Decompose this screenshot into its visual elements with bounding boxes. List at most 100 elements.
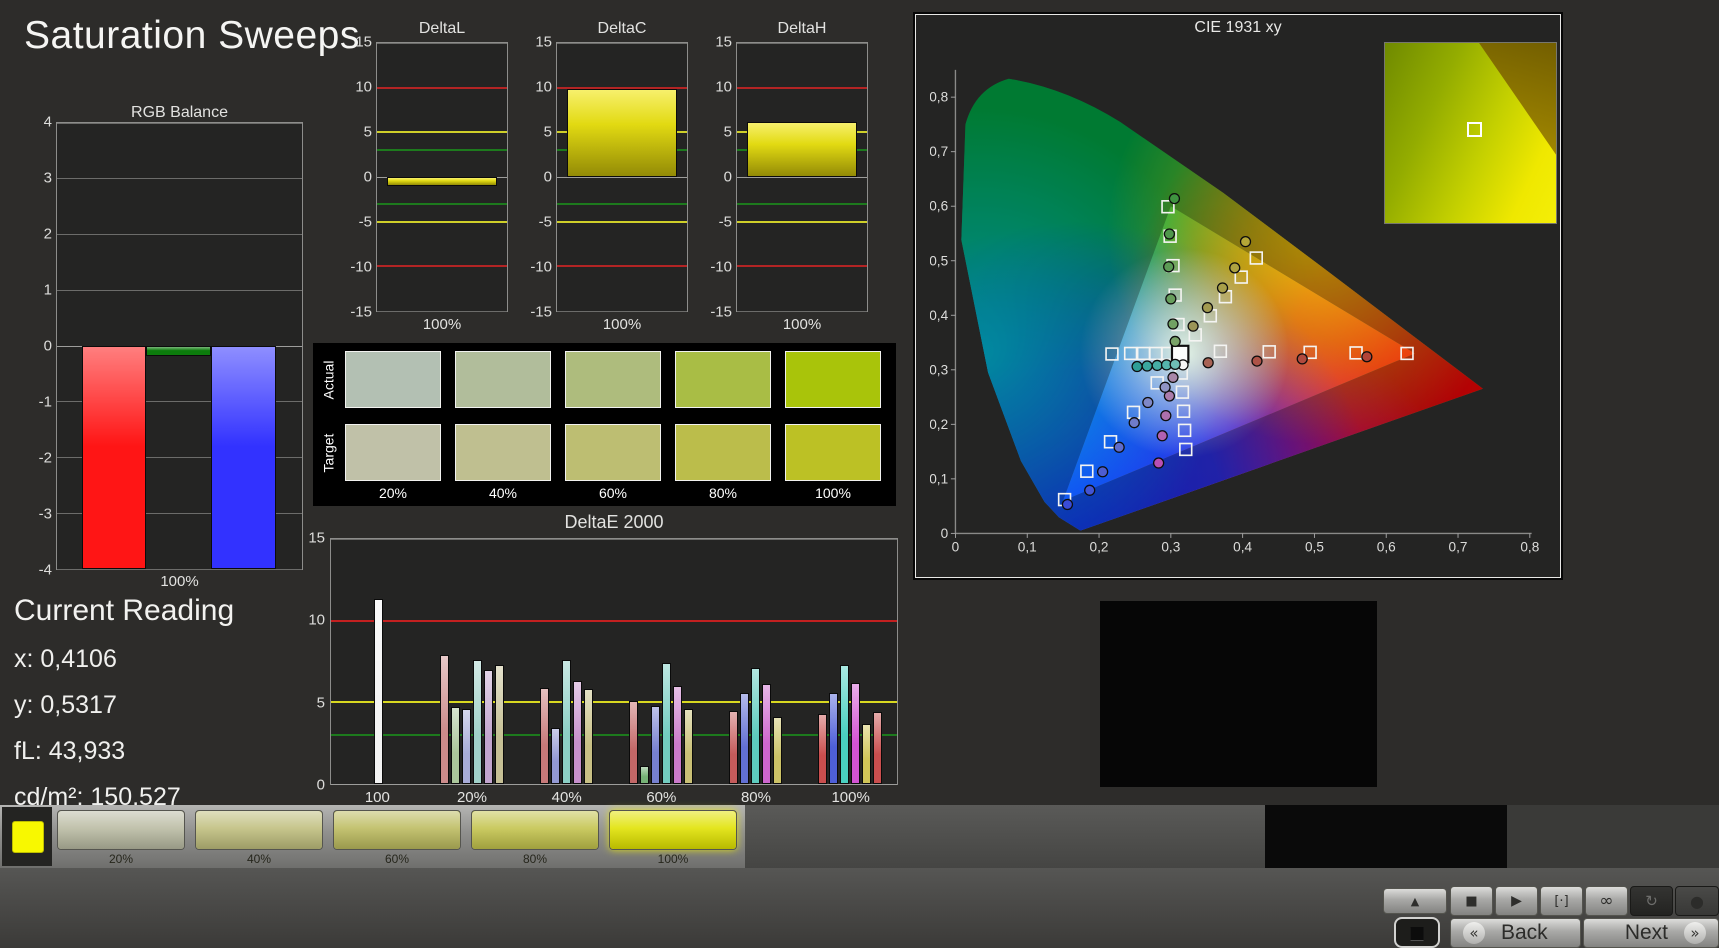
measured-point-marker: [1202, 357, 1214, 369]
reference-line: [377, 220, 507, 223]
deltah-title: DeltaH: [777, 20, 827, 37]
reading-y: y: 0,5317: [14, 691, 117, 719]
deltae-bar: [451, 707, 461, 784]
back-button[interactable]: « Back: [1450, 918, 1581, 948]
deltae-bar: [562, 659, 572, 784]
stop-large-button[interactable]: ■: [1394, 917, 1440, 948]
deltae2000-plot: [330, 538, 898, 785]
active-pattern-tile: [2, 807, 52, 866]
deltae-bar: [750, 668, 760, 784]
cie-axis-tick-label: 0,6: [930, 199, 948, 214]
loop-icon: [·]: [1554, 893, 1569, 909]
axis-tick-label: 15: [715, 33, 732, 51]
cie-axis-tick-label: 0,3: [1161, 540, 1180, 555]
measured-point-marker: [1167, 318, 1179, 330]
target-swatch: [345, 424, 441, 481]
measured-point-marker: [1163, 228, 1176, 240]
pattern-swatch-button[interactable]: [57, 810, 185, 850]
axis-tick-label: 5: [543, 123, 552, 141]
rgb-balance-chart: RGB Balance 4 3 2 1 0 -1 -2 -3 -4 100%: [20, 100, 303, 600]
measured-point-marker: [1251, 355, 1263, 367]
refresh-button[interactable]: ↻: [1630, 886, 1673, 916]
axis-tick-label: 15: [308, 529, 325, 547]
delta-bar: [387, 177, 497, 186]
measured-point-marker: [1296, 353, 1308, 365]
record-button[interactable]: ●: [1675, 886, 1719, 916]
cie-axis-tick-label: 0,7: [1449, 540, 1468, 555]
back-button-label: Back: [1501, 921, 1548, 944]
reading-x: x: 0,4106: [14, 645, 117, 673]
cie-title: CIE 1931 xy: [1194, 19, 1282, 36]
pattern-swatch-label: 80%: [522, 852, 548, 866]
reference-line: [737, 220, 867, 223]
axis-tick-label: 0: [543, 168, 552, 186]
swatch-gloss: [472, 811, 598, 849]
next-button[interactable]: Next »: [1583, 918, 1719, 948]
stop-icon: ■: [1465, 893, 1478, 909]
play-button[interactable]: ▶: [1495, 886, 1538, 916]
chevrons-right-icon: »: [1684, 922, 1706, 944]
bottom-toolbar: ▲ ■ ■ ▶ [·] ∞ ↻ ● « Back Next » 20% 40% …: [0, 805, 1719, 948]
deltae-bar: [839, 664, 849, 784]
rgb-balance-plot: [56, 122, 303, 570]
deltal-title: DeltaL: [418, 20, 466, 37]
pattern-swatch-label: 100%: [657, 852, 689, 866]
measured-point-marker: [1151, 359, 1163, 372]
pattern-swatch-button[interactable]: [333, 810, 461, 850]
deltae-bar-group: [331, 539, 425, 784]
play-icon: ▶: [1511, 893, 1522, 909]
deltal-chart: DeltaL 15 10 5 0 -5 -10 -15 100%: [350, 20, 520, 340]
gridline: [377, 42, 507, 44]
swatch-column-label: 20%: [378, 485, 408, 501]
deltae-bar: [728, 710, 738, 784]
current-reading: Current Reading x: 0,4106 y: 0,5317 fL: …: [14, 594, 294, 812]
axis-tick-label: -15: [350, 303, 372, 321]
rgb-y-axis: 4 3 2 1 0 -1 -2 -3 -4: [20, 114, 54, 579]
measured-point-marker: [1142, 396, 1154, 409]
continuous-button[interactable]: ∞: [1585, 886, 1628, 916]
record-icon: ●: [1690, 891, 1704, 911]
axis-tick-label: -5: [718, 213, 732, 231]
axis-tick-label: 5: [723, 123, 732, 141]
axis-tick-label: 2: [43, 225, 52, 243]
measured-point-marker: [1239, 236, 1252, 248]
axis-tick-label: 15: [355, 33, 372, 51]
measured-point-marker: [1084, 484, 1096, 496]
gridline: [557, 42, 687, 44]
actual-target-swatch-table: Actual Target 20% 40% 60% 80% 100%: [313, 343, 896, 506]
cie-axis-tick-label: 0,5: [930, 253, 948, 268]
deltae-bar: [684, 708, 694, 784]
toolbar-black-strip: [1265, 805, 1507, 868]
measured-point-marker: [1131, 360, 1143, 373]
collapse-button[interactable]: ▲: [1383, 888, 1447, 914]
delta-bar: [747, 121, 857, 177]
axis-tick-label: 0: [723, 168, 732, 186]
deltal-plot: [376, 42, 508, 312]
deltae-bar: [673, 686, 683, 784]
cie-zoom-inset: [1384, 42, 1557, 224]
deltae2000-y-axis: 15 10 5 0: [295, 530, 327, 794]
current-reading-heading: Current Reading: [14, 594, 235, 627]
deltae-bar: [872, 712, 882, 784]
cie-axis-tick-label: 0,5: [1305, 540, 1324, 555]
deltah-y-axis: 15 10 5 0 -5 -10 -15: [710, 34, 734, 321]
deltae-group-label: 80%: [740, 789, 771, 806]
measured-point-marker: [1167, 371, 1179, 384]
deltae-bar: [629, 700, 639, 784]
axis-tick-label: -4: [38, 561, 52, 579]
axis-tick-label: 0: [43, 337, 52, 355]
chevron-up-icon: ▲: [1410, 894, 1420, 908]
loop-section-button[interactable]: [·]: [1540, 886, 1583, 916]
deltae-group-label: 20%: [456, 789, 487, 806]
pattern-swatch-button[interactable]: [195, 810, 323, 850]
cie-axis-tick-label: 0,2: [930, 417, 948, 432]
deltae-group-label: 60%: [646, 789, 677, 806]
pattern-swatch-button[interactable]: [609, 810, 737, 850]
deltah-chart: DeltaH 15 10 5 0 -5 -10 -15 100%: [710, 20, 880, 340]
stop-button[interactable]: ■: [1450, 886, 1493, 916]
gridline: [57, 289, 302, 291]
deltae-bar: [584, 689, 594, 784]
pattern-swatch-button[interactable]: [471, 810, 599, 850]
deltal-y-axis: 15 10 5 0 -5 -10 -15: [350, 34, 374, 321]
cie-axis-tick-label: 0,7: [930, 144, 948, 159]
